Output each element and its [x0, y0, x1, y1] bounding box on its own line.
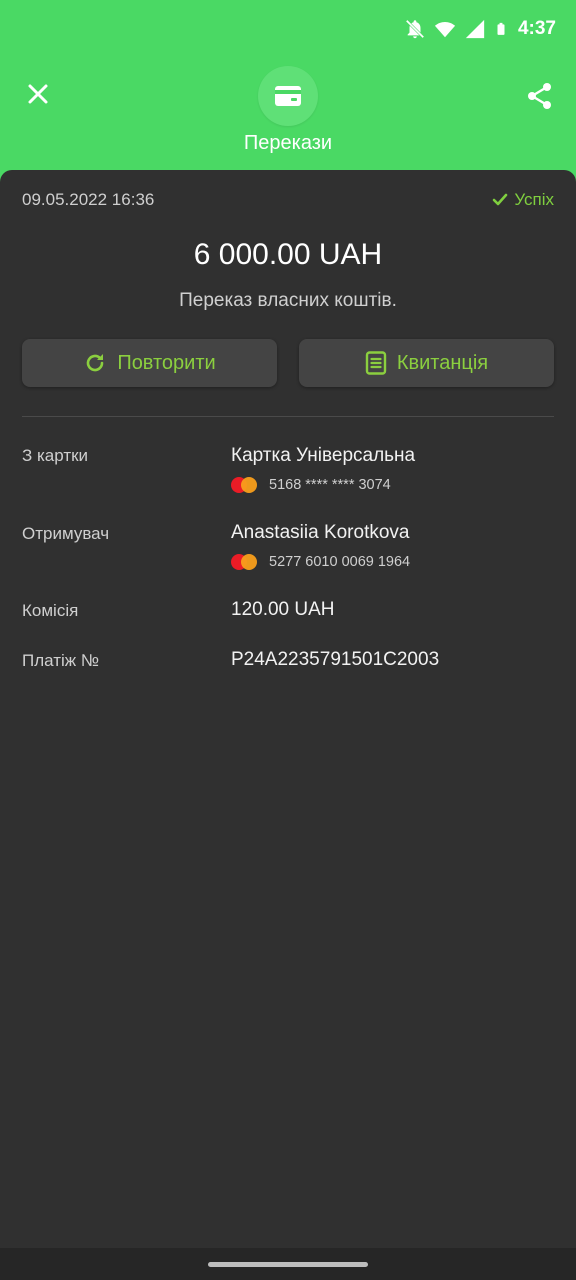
payment-number-value: P24A2235791501C2003 — [231, 649, 440, 670]
recipient-value: Anastasiia Korotkova — [231, 522, 410, 543]
transaction-amount: 6 000.00 UAH — [193, 238, 383, 271]
refresh-icon — [87, 354, 104, 372]
from-card-number: 5168 **** **** 3074 — [231, 476, 391, 494]
fee-value: 120.00 UAH — [231, 599, 335, 620]
transaction-datetime: 09.05.2022 16:36 — [22, 190, 155, 209]
from-card-label: З картки — [22, 446, 89, 465]
from-card-value: Картка Універсальна — [231, 445, 416, 466]
status-time: 4:37 — [517, 18, 556, 39]
battery-icon — [497, 22, 505, 35]
header: 4:37 Перекази — [0, 0, 576, 190]
transaction-details-sheet: 09.05.2022 16:36 Успіх 6 000.00 UAH Пере… — [0, 170, 576, 1248]
status-text: Успіх — [514, 190, 554, 209]
repeat-button[interactable]: Повторити — [22, 339, 277, 387]
status-badge: Успіх — [492, 190, 554, 210]
card-icon — [275, 86, 301, 106]
wifi-icon — [434, 21, 456, 38]
receipt-icon — [365, 351, 387, 375]
receipt-button[interactable]: Квитанція — [299, 339, 554, 387]
category-icon-circle — [258, 66, 318, 126]
repeat-button-label: Повторити — [117, 351, 216, 374]
close-icon — [28, 84, 48, 104]
status-bar: 4:37 — [404, 14, 556, 44]
share-icon — [528, 83, 551, 109]
mastercard-icon — [231, 476, 259, 494]
fee-label: Комісія — [22, 601, 79, 620]
recipient-label: Отримувач — [22, 524, 110, 543]
mastercard-icon — [231, 553, 259, 571]
notifications-off-icon — [405, 19, 425, 39]
payment-number-label: Платіж № — [22, 651, 100, 670]
signal-icon — [465, 19, 485, 39]
divider — [22, 416, 554, 417]
close-button[interactable] — [20, 76, 56, 112]
category-title: Перекази — [243, 132, 333, 154]
recipient-card-number-text: 5277 6010 0069 1964 — [269, 554, 411, 570]
receipt-button-label: Квитанція — [396, 351, 489, 374]
from-card-number-text: 5168 **** **** 3074 — [269, 477, 391, 493]
home-gesture-handle[interactable] — [208, 1262, 368, 1267]
system-nav-bar — [0, 1248, 576, 1280]
recipient-card-number: 5277 6010 0069 1964 — [231, 553, 410, 571]
share-button[interactable] — [520, 76, 560, 116]
transaction-description: Переказ власних коштів. — [179, 290, 397, 311]
check-icon — [493, 193, 508, 206]
